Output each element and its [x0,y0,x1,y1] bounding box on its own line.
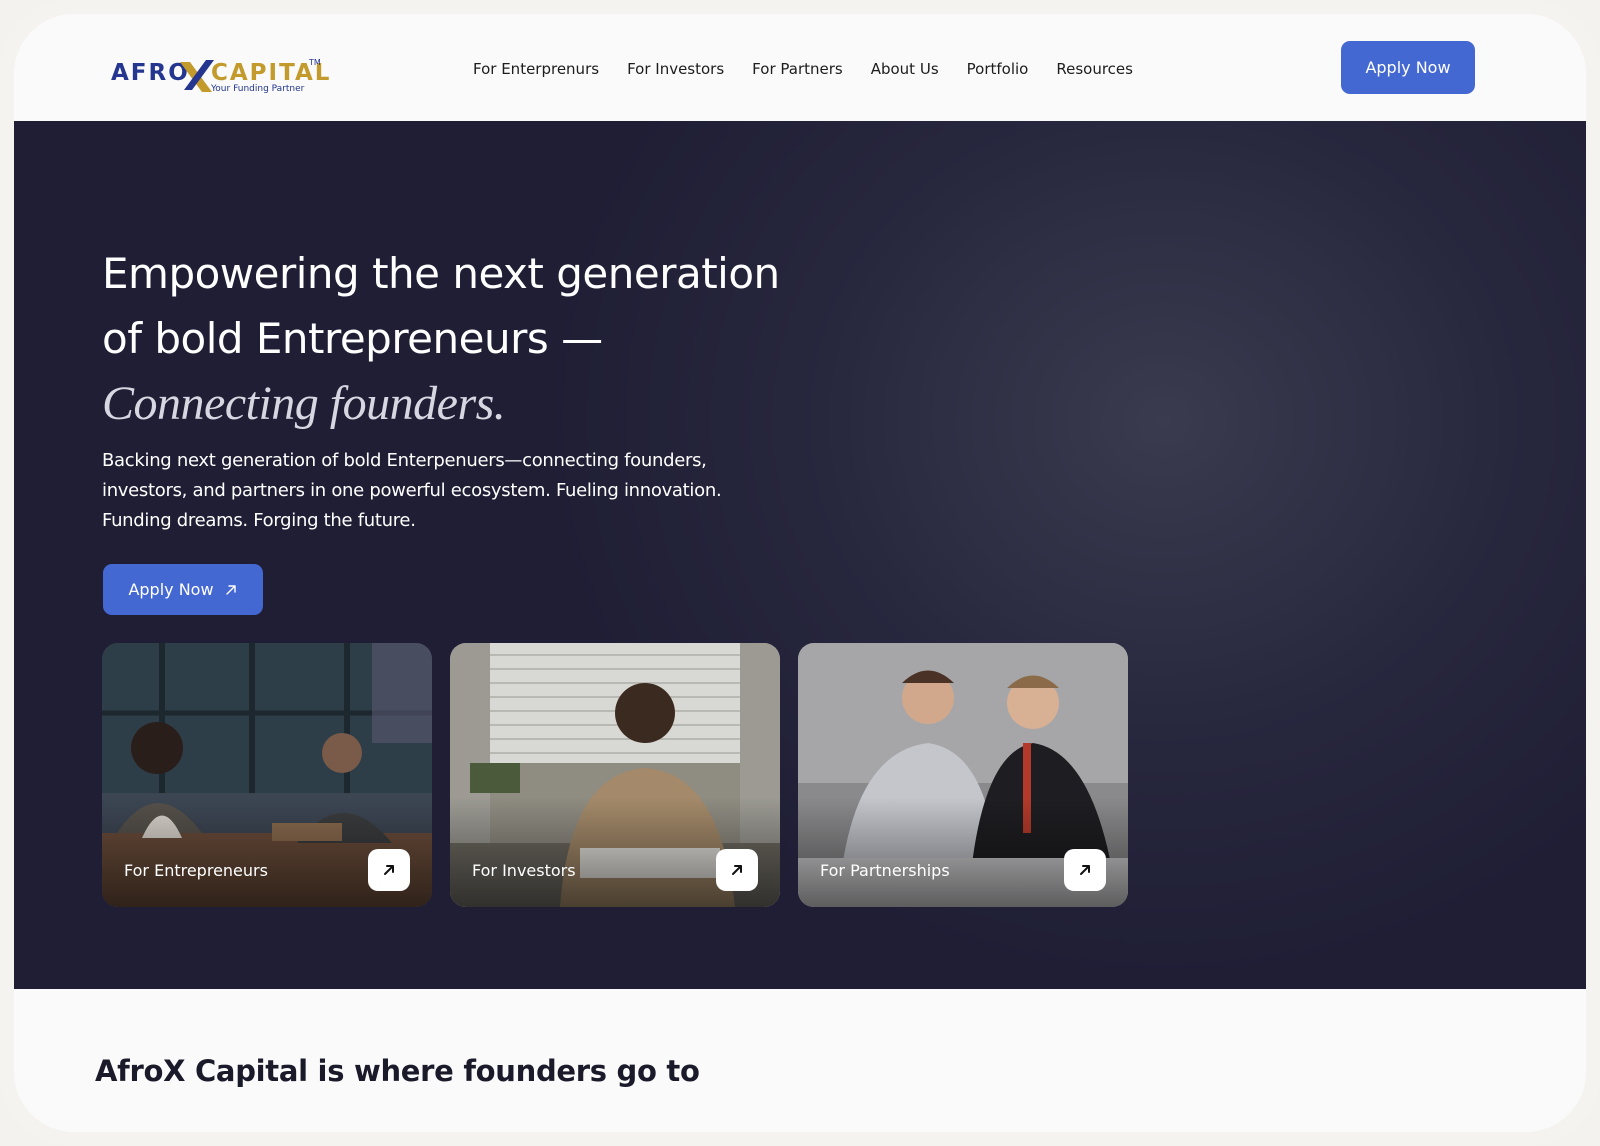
card-arrow-button[interactable] [1064,849,1106,891]
logo-trademark: TM [309,58,321,67]
nav-item-partners[interactable]: For Partners [752,60,843,78]
hero-section: Empowering the next generation of bold E… [14,121,1586,989]
nav-item-investors[interactable]: For Investors [627,60,724,78]
arrow-up-right-icon [225,584,236,595]
section-intro-heading: AfroX Capital is where founders go to [95,1054,700,1088]
card-partnerships[interactable]: For Partnerships [798,643,1128,907]
card-arrow-button[interactable] [716,849,758,891]
card-arrow-button[interactable] [368,849,410,891]
brand-logo[interactable]: AFRO CAPITAL TM Your Funding Partner [111,58,329,108]
nav-item-portfolio[interactable]: Portfolio [967,60,1029,78]
arrow-up-right-icon [1080,865,1090,875]
arrow-up-right-icon [732,865,742,875]
browser-viewport: AFRO CAPITAL TM Your Funding Partner For… [14,14,1586,1132]
card-label: For Investors [472,861,576,880]
hero-apply-label: Apply Now [128,580,214,599]
hero-headline-accent: Connecting founders. [102,377,506,430]
nav-item-entrepreneurs[interactable]: For Enterprenurs [473,60,599,78]
card-investors[interactable]: For Investors [450,643,780,907]
header-apply-button[interactable]: Apply Now [1341,41,1475,94]
nav-item-about-us[interactable]: About Us [871,60,939,78]
main-nav: For Enterprenurs For Investors For Partn… [473,60,1161,78]
hero-subtext: Backing next generation of bold Enterpen… [102,450,722,531]
logo-tagline: Your Funding Partner [211,84,305,94]
card-label: For Partnerships [820,861,950,880]
logo-x-mark-icon [180,60,214,92]
device-frame: AFRO CAPITAL TM Your Funding Partner For… [0,0,1600,1146]
card-label: For Entrepreneurs [124,861,268,880]
hero-apply-button[interactable]: Apply Now [103,564,263,615]
nav-item-resources[interactable]: Resources [1056,60,1133,78]
arrow-up-right-icon [384,865,394,875]
site-header: AFRO CAPITAL TM Your Funding Partner For… [14,14,1586,123]
hero-headline-plain: Empowering the next generation of bold E… [102,249,780,363]
card-entrepreneurs[interactable]: For Entrepreneurs [102,643,432,907]
hero-headline: Empowering the next generation of bold E… [102,241,782,437]
